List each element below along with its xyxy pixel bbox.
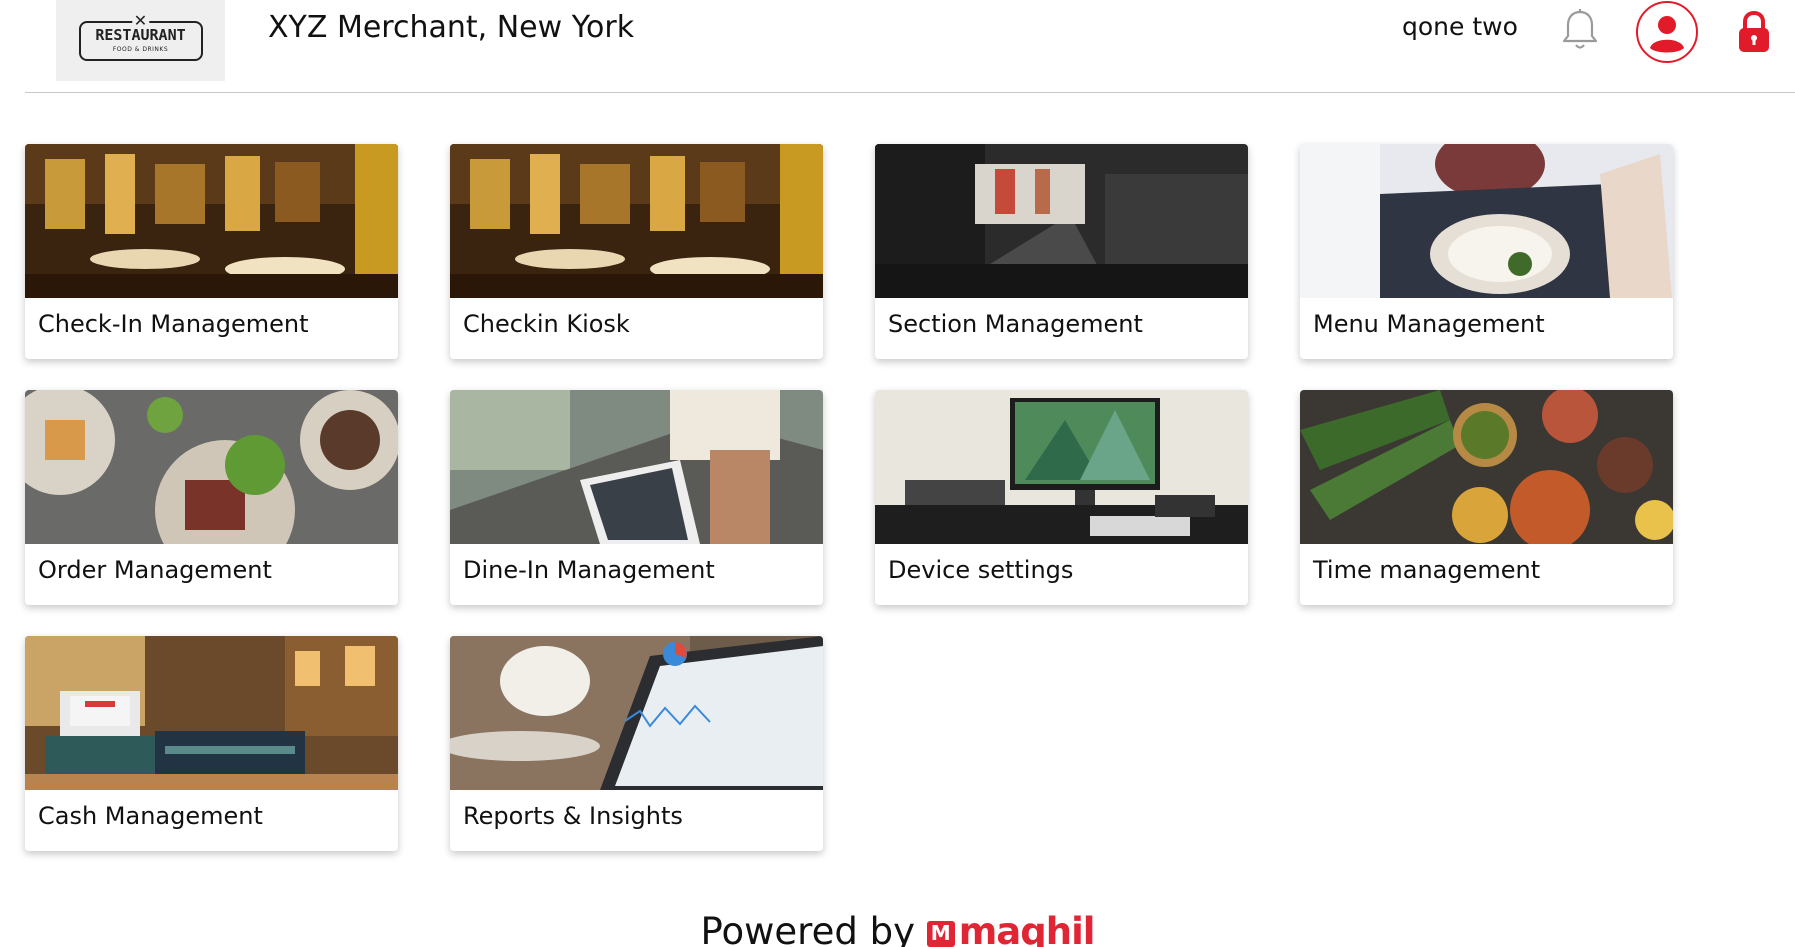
restaurant-interior-image — [25, 144, 398, 298]
tile-label: Reports & Insights — [463, 802, 683, 830]
analytics-tablet-image — [450, 636, 823, 790]
tile-label: Device settings — [888, 556, 1074, 584]
restaurant-interior-image — [450, 144, 823, 298]
header-divider — [25, 92, 1795, 93]
lock-icon[interactable] — [1736, 10, 1772, 54]
tablet-at-table-image — [450, 390, 823, 544]
tile-label: Checkin Kiosk — [463, 310, 630, 338]
crossed-utensils-icon: ✕ — [131, 10, 150, 30]
bell-icon[interactable] — [1560, 8, 1600, 52]
menu-and-dish-image — [1300, 144, 1673, 298]
user-avatar-icon[interactable] — [1636, 1, 1698, 63]
tile-device-settings[interactable]: Device settings — [875, 390, 1248, 605]
logo-subtitle: FOOD & DRINKS — [112, 46, 169, 53]
tile-label: Menu Management — [1313, 310, 1545, 338]
powered-by-footer: Powered by maqhil — [0, 910, 1795, 947]
cash-register-image — [25, 636, 398, 790]
logo-title: RESTAURANT — [95, 26, 186, 44]
logo-badge: ✕ RESTAURANT FOOD & DRINKS — [78, 12, 203, 61]
tile-label: Section Management — [888, 310, 1143, 338]
tile-label: Dine-In Management — [463, 556, 715, 584]
tile-label: Order Management — [38, 556, 272, 584]
tile-order-management[interactable]: Order Management — [25, 390, 398, 605]
tile-label: Cash Management — [38, 802, 263, 830]
user-name: qone two — [1402, 12, 1518, 41]
brand-name[interactable]: maqhil — [959, 910, 1096, 947]
indian-food-spread-image — [1300, 390, 1673, 544]
tile-reports-insights[interactable]: Reports & Insights — [450, 636, 823, 851]
maqhil-logo-icon — [926, 921, 955, 947]
tile-label: Check-In Management — [38, 310, 309, 338]
plated-dishes-image — [25, 390, 398, 544]
dark-dining-hall-image — [875, 144, 1248, 298]
computer-desk-image — [875, 390, 1248, 544]
tile-label: Time management — [1313, 556, 1541, 584]
tile-time-management[interactable]: Time management — [1300, 390, 1673, 605]
tile-dine-in-management[interactable]: Dine-In Management — [450, 390, 823, 605]
powered-by-text: Powered by — [700, 910, 915, 947]
merchant-name: XYZ Merchant, New York — [268, 10, 635, 45]
app-header: ✕ RESTAURANT FOOD & DRINKS XYZ Merchant,… — [0, 0, 1795, 92]
tile-menu-management[interactable]: Menu Management — [1300, 144, 1673, 359]
tile-checkin-kiosk[interactable]: Checkin Kiosk — [450, 144, 823, 359]
tile-cash-management[interactable]: Cash Management — [25, 636, 398, 851]
tile-section-management[interactable]: Section Management — [875, 144, 1248, 359]
tile-check-in-management[interactable]: Check-In Management — [25, 144, 398, 359]
restaurant-logo[interactable]: ✕ RESTAURANT FOOD & DRINKS — [56, 0, 225, 81]
